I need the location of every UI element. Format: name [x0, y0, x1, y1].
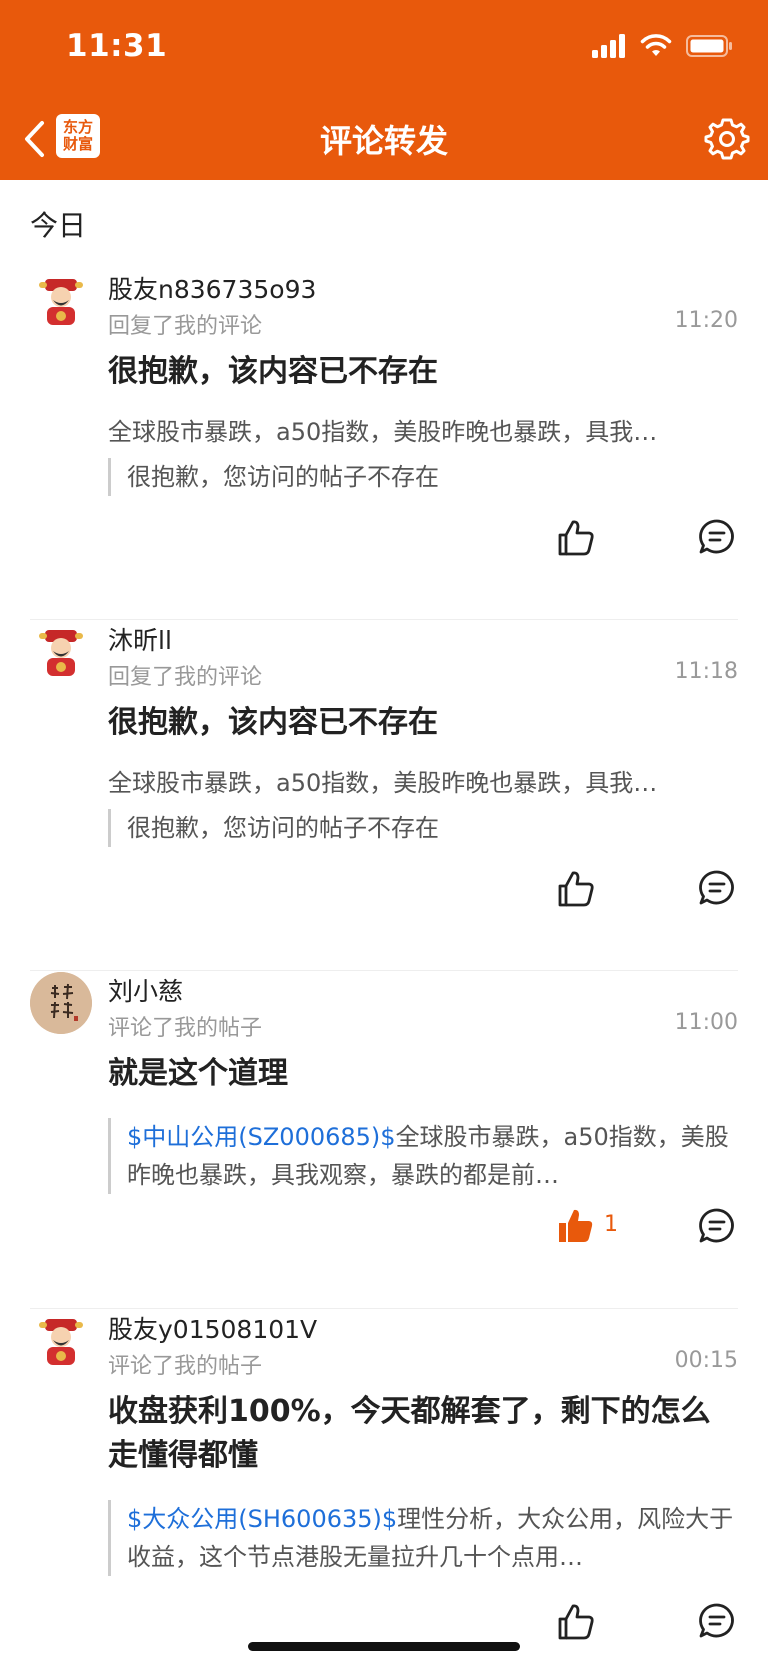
- quoted-post[interactable]: $大众公用(SH600635)$理性分析，大众公用，风险大于收益，这个节点港股无…: [108, 1500, 747, 1576]
- original-comment[interactable]: 全球股市暴跌，a50指数，美股昨晚也暴跌，具我…: [108, 412, 736, 447]
- comment-content[interactable]: 很抱歉，该内容已不存在: [108, 350, 736, 394]
- thumbs-up-icon: [558, 1604, 594, 1640]
- divider: [30, 1308, 738, 1309]
- quoted-post[interactable]: 很抱歉，您访问的帖子不存在: [108, 809, 747, 847]
- comment-content[interactable]: 就是这个道理: [108, 1052, 736, 1096]
- calligraphy-avatar-icon: [30, 972, 92, 1034]
- quoted-post[interactable]: 很抱歉，您访问的帖子不存在: [108, 458, 747, 496]
- reply-button[interactable]: [698, 1602, 736, 1640]
- reply-button[interactable]: [698, 1207, 736, 1245]
- comment-bubble-icon: [699, 1603, 734, 1638]
- thumbs-up-icon: [558, 520, 594, 556]
- divider: [30, 619, 738, 620]
- thumbs-up-icon: [558, 871, 594, 907]
- settings-button[interactable]: [704, 116, 750, 162]
- reply-button[interactable]: [698, 518, 736, 556]
- god-of-wealth-avatar-icon: [39, 1319, 83, 1365]
- status-time: 11:31: [66, 28, 168, 64]
- comment-time: 11:00: [674, 1010, 738, 1035]
- comment-bubble-icon: [699, 870, 734, 905]
- quoted-post-text: 很抱歉，您访问的帖子不存在: [127, 814, 439, 842]
- avatar[interactable]: [30, 270, 92, 332]
- comment-action: 回复了我的评论: [108, 665, 263, 690]
- signal-icon: [592, 34, 625, 58]
- avatar[interactable]: [30, 972, 92, 1034]
- reply-button[interactable]: [698, 869, 736, 907]
- like-button[interactable]: [556, 869, 596, 909]
- divider: [30, 970, 738, 971]
- comment-username[interactable]: 刘小慈: [108, 972, 183, 1008]
- comment-action: 回复了我的评论: [108, 314, 263, 339]
- like-button[interactable]: [556, 1602, 596, 1642]
- wifi-icon: [640, 34, 672, 56]
- original-comment[interactable]: 全球股市暴跌，a50指数，美股昨晚也暴跌，具我…: [108, 763, 736, 798]
- comment-username[interactable]: 沐昕ll: [108, 621, 172, 657]
- comment-action: 评论了我的帖子: [108, 1354, 263, 1379]
- navbar: 东方 财富 评论转发: [0, 100, 768, 180]
- status-bar: 11:31: [0, 0, 768, 100]
- stock-link[interactable]: $中山公用(SZ000685)$: [127, 1123, 396, 1151]
- like-button[interactable]: [556, 1206, 596, 1246]
- comment-username[interactable]: 股友n836735o93: [108, 270, 316, 306]
- comment-action: 评论了我的帖子: [108, 1016, 263, 1041]
- quoted-post-text: 很抱歉，您访问的帖子不存在: [127, 463, 439, 491]
- stock-link[interactable]: $大众公用(SH600635)$: [127, 1505, 397, 1533]
- gear-icon: [704, 118, 750, 160]
- god-of-wealth-avatar-icon: [39, 630, 83, 676]
- home-indicator[interactable]: [248, 1642, 520, 1651]
- status-icons: [592, 34, 734, 58]
- comment-content[interactable]: 收盘获利100%，今天都解套了，剩下的怎么走懂得都懂: [108, 1390, 736, 1478]
- like-count: 1: [604, 1212, 618, 1237]
- page-title: 评论转发: [319, 122, 448, 160]
- comment-time: 00:15: [674, 1348, 738, 1373]
- avatar[interactable]: [30, 1310, 92, 1372]
- comment-time: 11:18: [674, 659, 738, 684]
- comment-content[interactable]: 很抱歉，该内容已不存在: [108, 701, 736, 745]
- like-button[interactable]: [556, 518, 596, 558]
- comment-time: 11:20: [674, 308, 738, 333]
- comment-bubble-icon: [699, 1208, 734, 1243]
- avatar[interactable]: [30, 621, 92, 683]
- section-label-today: 今日: [30, 209, 87, 242]
- comment-bubble-icon: [699, 519, 734, 554]
- quoted-post[interactable]: $中山公用(SZ000685)$全球股市暴跌，a50指数，美股昨晚也暴跌，具我观…: [108, 1118, 747, 1194]
- battery-icon: [686, 35, 732, 57]
- comment-username[interactable]: 股友y01508101V: [108, 1310, 317, 1346]
- thumbs-up-filled-icon: [559, 1209, 593, 1242]
- god-of-wealth-avatar-icon: [39, 279, 83, 325]
